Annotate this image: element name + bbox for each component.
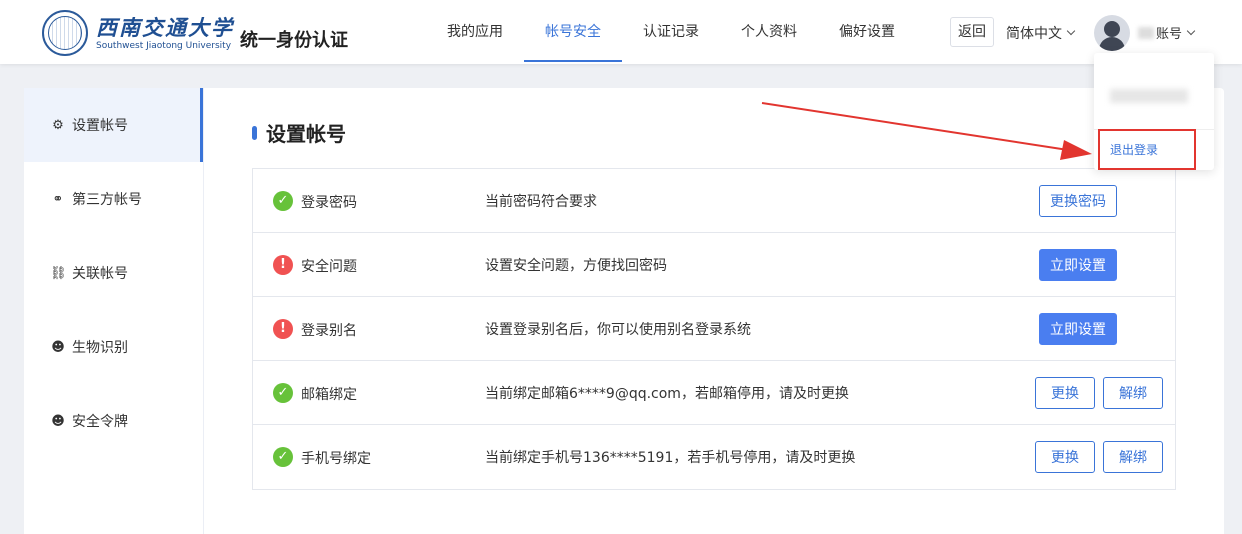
row-name: 手机号绑定 — [301, 451, 371, 467]
row-name: 邮箱绑定 — [301, 387, 357, 403]
row-description: 当前绑定邮箱6****9@qq.com，若邮箱停用，请及时更换 — [485, 386, 849, 402]
page-title: 设置帐号 — [252, 118, 346, 147]
back-button[interactable]: 返回 — [950, 17, 994, 47]
user-icon: ☻ — [51, 413, 65, 429]
sidebar-item-security-token[interactable]: ☻ 安全令牌 — [24, 384, 203, 458]
row-description: 当前密码符合要求 — [485, 194, 597, 210]
blurred-account-info — [1110, 89, 1188, 103]
user-label: 账号 — [1156, 27, 1183, 42]
user-menu[interactable]: 账号 — [1138, 23, 1196, 42]
university-seal-icon — [42, 10, 88, 56]
sidebar-item-label: 设置帐号 — [72, 118, 128, 134]
sidebar-item-label: 生物识别 — [72, 340, 128, 356]
user-icon: ☻ — [51, 339, 65, 355]
nav-profile[interactable]: 个人资料 — [720, 0, 818, 62]
chain-icon: ⛓ — [50, 265, 67, 281]
language-label: 简体中文 — [1006, 26, 1062, 42]
security-settings-table: ✓ 登录密码 当前密码符合要求 更换密码 ! 安全问题 设置安全问题，方便找回密… — [252, 168, 1176, 490]
exclamation-icon: ! — [273, 255, 293, 275]
set-login-alias-button[interactable]: 立即设置 — [1039, 313, 1117, 345]
row-name: 登录别名 — [301, 323, 357, 339]
check-icon: ✓ — [273, 383, 293, 403]
set-security-question-button[interactable]: 立即设置 — [1039, 249, 1117, 281]
sidebar: ⚙ 设置帐号 ⚭ 第三方帐号 ⛓ 关联帐号 ☻ 生物识别 ☻ 安全令牌 — [24, 88, 204, 534]
check-icon: ✓ — [273, 447, 293, 467]
link-icon: ⚭ — [52, 191, 64, 207]
table-row-password: ✓ 登录密码 当前密码符合要求 更换密码 — [253, 169, 1175, 233]
table-row-email: ✓ 邮箱绑定 当前绑定邮箱6****9@qq.com，若邮箱停用，请及时更换 更… — [253, 361, 1175, 425]
main-nav: 我的应用 帐号安全 认证记录 个人资料 偏好设置 — [426, 0, 916, 64]
row-name: 安全问题 — [301, 259, 357, 275]
system-title: 统一身份认证 — [240, 30, 348, 51]
change-phone-button[interactable]: 更换 — [1035, 441, 1095, 473]
table-row-phone: ✓ 手机号绑定 当前绑定手机号136****5191，若手机号停用，请及时更换 … — [253, 425, 1175, 489]
sidebar-item-label: 关联帐号 — [72, 266, 128, 282]
change-password-button[interactable]: 更换密码 — [1039, 185, 1117, 217]
exclamation-icon: ! — [273, 319, 293, 339]
row-description: 当前绑定手机号136****5191，若手机号停用，请及时更换 — [485, 450, 856, 466]
row-name: 登录密码 — [301, 195, 357, 211]
sidebar-item-third-party[interactable]: ⚭ 第三方帐号 — [24, 162, 203, 236]
gear-icon: ⚙ — [52, 117, 64, 133]
unbind-email-button[interactable]: 解绑 — [1103, 377, 1163, 409]
nav-my-apps[interactable]: 我的应用 — [426, 0, 524, 62]
sidebar-item-label: 安全令牌 — [72, 414, 128, 430]
change-email-button[interactable]: 更换 — [1035, 377, 1095, 409]
page-title-text: 设置帐号 — [266, 122, 346, 146]
table-row-login-alias: ! 登录别名 设置登录别名后，你可以使用别名登录系统 立即设置 — [253, 297, 1175, 361]
sidebar-item-label: 第三方帐号 — [72, 192, 142, 208]
chevron-down-icon — [1066, 26, 1076, 36]
nav-account-security[interactable]: 帐号安全 — [524, 0, 622, 62]
unbind-phone-button[interactable]: 解绑 — [1103, 441, 1163, 473]
annotation-highlight-box — [1098, 129, 1196, 170]
title-accent-bar — [252, 125, 257, 140]
top-header: 西南交通大学 Southwest Jiaotong University 统一身… — [0, 0, 1242, 64]
sidebar-item-biometrics[interactable]: ☻ 生物识别 — [24, 310, 203, 384]
sidebar-item-linked-accounts[interactable]: ⛓ 关联帐号 — [24, 236, 203, 310]
main-card: ⚙ 设置帐号 ⚭ 第三方帐号 ⛓ 关联帐号 ☻ 生物识别 ☻ 安全令牌 设置帐号… — [24, 88, 1224, 534]
nav-preferences[interactable]: 偏好设置 — [818, 0, 916, 62]
row-description: 设置安全问题，方便找回密码 — [485, 258, 667, 274]
blurred-username — [1138, 26, 1154, 39]
avatar[interactable] — [1094, 15, 1130, 51]
check-icon: ✓ — [273, 191, 293, 211]
university-logo[interactable]: 西南交通大学 Southwest Jiaotong University — [42, 10, 234, 56]
nav-auth-records[interactable]: 认证记录 — [622, 0, 720, 62]
sidebar-item-account-settings[interactable]: ⚙ 设置帐号 — [24, 88, 203, 162]
chevron-down-icon — [1186, 26, 1196, 35]
row-description: 设置登录别名后，你可以使用别名登录系统 — [485, 322, 751, 338]
logo-english-name: Southwest Jiaotong University — [96, 40, 232, 51]
table-row-security-question: ! 安全问题 设置安全问题，方便找回密码 立即设置 — [253, 233, 1175, 297]
logo-chinese-name: 西南交通大学 — [96, 14, 234, 40]
language-selector[interactable]: 简体中文 — [1006, 23, 1076, 43]
